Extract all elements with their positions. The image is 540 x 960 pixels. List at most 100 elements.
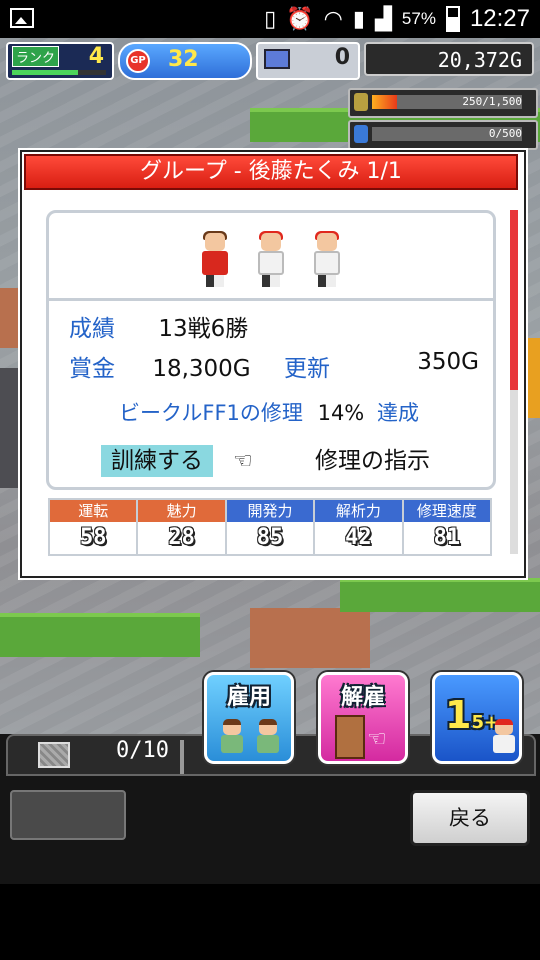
member-3-legs (318, 275, 336, 287)
param-development-value: 85 (256, 525, 284, 550)
param-driving: 運転 58 (50, 500, 139, 554)
back-button[interactable]: 戻る (410, 790, 530, 846)
battery-percent: 57% (401, 9, 436, 28)
member-2-body (258, 251, 284, 275)
param-repair-speed-value: 81 (433, 525, 461, 550)
member-1-body (202, 251, 228, 275)
progress-suffix: 達成 (376, 401, 419, 425)
level-main: 1 (445, 693, 472, 737)
prize-row: 賞金 18,300G 更新 350G (69, 349, 479, 383)
scrollbar-thumb[interactable] (510, 210, 518, 390)
param-analysis-value: 42 (345, 525, 372, 550)
person-icon-body (221, 735, 243, 753)
rank-display: ランク 4 (6, 42, 114, 80)
signal-icon: ▟ (374, 6, 392, 31)
fuel-gauge: 250/1,500 (348, 88, 538, 118)
group-card: 成績 13戦6勝 賞金 18,300G 更新 350G ビークルFF1の修理 1… (46, 210, 496, 490)
group-dialog: グループ - 後藤たくみ 1/1 成績 13戦6勝 賞金 18,300G 更新 … (20, 150, 526, 578)
repair-progress-row: ビークルFF1の修理 14% 達成 (119, 397, 419, 427)
prize-value: 18,300G (152, 356, 251, 382)
gp-value: 32 (168, 47, 199, 72)
hire-button[interactable]: 雇用 (204, 672, 294, 764)
level-label: 15+ (445, 693, 499, 737)
rank-value: 4 (88, 44, 104, 69)
param-development-label: 開発力 (226, 500, 314, 522)
param-analysis-label: 解析力 (315, 500, 402, 522)
image-notification-icon (10, 8, 34, 28)
status-bar: ▯ ⏰ ◠ ▮ ▟ 57% 12:27 (0, 0, 540, 38)
hire-label: 雇用 (226, 685, 271, 710)
pointing-hand-icon: ☜ (233, 449, 253, 474)
bottle-icon (354, 125, 368, 143)
member-1-sprite (197, 231, 233, 289)
barrel-icon (354, 93, 368, 111)
money-display: 20,372G (364, 42, 534, 76)
param-charm-label: 魅力 (138, 500, 225, 522)
computer-icon (264, 49, 290, 69)
param-table: 運転 58 魅力 28 開発力 85 解析力 42 修理速度 81 (48, 498, 492, 556)
renew-value: 350G (417, 349, 479, 375)
member-3-body (314, 251, 340, 275)
sim-icon: ▮ (352, 6, 365, 31)
person-icon-head (495, 719, 513, 735)
person-icon (257, 719, 279, 755)
member-2-head (261, 233, 281, 251)
hedge (0, 613, 200, 657)
progress-value: 14% (317, 401, 365, 425)
fuel-gauge-fill (372, 95, 398, 109)
dismiss-button[interactable]: 解雇 ☜ (318, 672, 408, 764)
param-charm-value: 28 (168, 525, 195, 550)
gp-display[interactable]: GP 32 (118, 42, 252, 80)
param-development: 開発力 85 (226, 500, 316, 554)
navigation-bar (0, 884, 540, 960)
param-driving-label: 運転 (50, 500, 137, 522)
tank-gauge: 0/500 (348, 120, 538, 150)
crate-icon (38, 742, 70, 768)
tank-gauge-text: 0/500 (488, 127, 522, 140)
prize-label: 賞金 (69, 356, 115, 382)
member-2-sprite (253, 231, 289, 289)
clock: 12:27 (469, 5, 530, 32)
fuel-gauge-text: 250/1,500 (462, 95, 522, 108)
pointing-hand-icon: ☜ (367, 727, 387, 752)
item-count: 0/10 (116, 738, 169, 763)
member-3-head (317, 233, 337, 251)
param-repair-speed-label: 修理速度 (403, 500, 491, 522)
member-3-sprite (309, 231, 345, 289)
gp-coin-icon: GP (126, 49, 150, 73)
hedge (340, 578, 540, 612)
dismiss-label: 解雇 (340, 685, 385, 710)
member-portraits (49, 213, 493, 301)
rank-label: ランク (12, 46, 60, 67)
train-button[interactable]: 訓練する (101, 445, 213, 477)
record-value: 13戦6勝 (158, 316, 249, 342)
renew-label: 更新 (283, 356, 330, 382)
person-icon (221, 719, 243, 755)
rank-progress-bar (12, 70, 106, 75)
param-driving-value: 58 (79, 525, 107, 550)
level-button[interactable]: 15+ (432, 672, 522, 764)
tray-divider (180, 740, 184, 774)
person-icon-body (257, 735, 279, 753)
person-icon-head (259, 719, 277, 735)
door-icon (335, 715, 365, 759)
person-icon-head (223, 719, 241, 735)
empty-slot[interactable] (10, 790, 126, 840)
member-2-legs (262, 275, 280, 287)
pc-display[interactable]: 0 (256, 42, 360, 80)
param-repair-speed: 修理速度 81 (403, 500, 491, 554)
dialog-title: グループ - 後藤たくみ 1/1 (24, 154, 518, 190)
person-icon-body (493, 735, 515, 753)
repair-order-button[interactable]: 修理の指示 (315, 445, 430, 477)
repair-task: ビークルFF1の修理 (119, 401, 303, 425)
pc-value: 0 (334, 45, 350, 70)
wifi-icon: ◠ (323, 6, 343, 31)
alarm-icon: ⏰ (286, 6, 314, 31)
member-1-head (205, 233, 225, 251)
brick-plaza (250, 608, 370, 668)
record-row: 成績 13戦6勝 (69, 309, 248, 343)
person-icon (493, 719, 515, 755)
param-analysis: 解析力 42 (315, 500, 404, 554)
param-charm: 魅力 28 (138, 500, 227, 554)
battery-icon (445, 6, 460, 32)
